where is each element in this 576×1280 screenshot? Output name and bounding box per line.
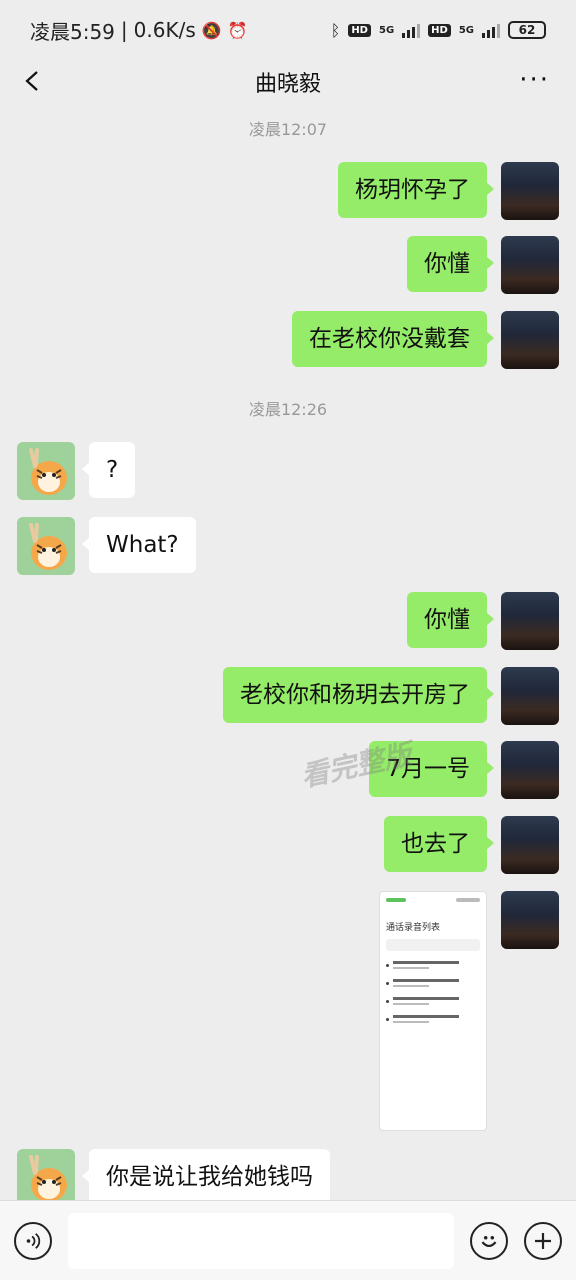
my-avatar[interactable] bbox=[501, 236, 559, 294]
my-avatar[interactable] bbox=[501, 592, 559, 650]
plus-icon[interactable] bbox=[524, 1221, 562, 1260]
message-bubble[interactable]: What? bbox=[82, 517, 196, 573]
screenshot-search bbox=[386, 939, 480, 951]
contact-avatar[interactable] bbox=[17, 1149, 75, 1200]
message[interactable]: 也去了 bbox=[384, 816, 559, 874]
my-avatar[interactable] bbox=[501, 816, 559, 874]
my-avatar[interactable] bbox=[501, 741, 559, 799]
image-message[interactable]: 通话录音列表 bbox=[379, 891, 559, 1131]
my-avatar[interactable] bbox=[501, 891, 559, 949]
alarm-icon: ⏰ bbox=[227, 20, 248, 40]
mute-icon: 🔕 bbox=[201, 20, 222, 40]
message[interactable]: ? bbox=[17, 442, 136, 500]
chat-title: 曲晓毅 bbox=[254, 72, 321, 97]
message-bubble[interactable]: 你是说让我给她钱吗 bbox=[82, 1149, 330, 1200]
message[interactable]: 老校你和杨玥去开房了 bbox=[223, 667, 559, 725]
contact-avatar[interactable] bbox=[17, 442, 75, 500]
status-speed: 0.6K/s bbox=[133, 18, 196, 42]
screenshot-thumbnail[interactable]: 通话录音列表 bbox=[379, 891, 487, 1131]
status-time: 凌晨5:59 bbox=[30, 19, 115, 44]
chat-area[interactable]: 凌晨12:07 杨玥怀孕了 你懂 在老校你没戴套 凌晨12:26 ? What?… bbox=[0, 104, 576, 1200]
hd-badge: HD bbox=[348, 23, 371, 37]
voice-icon[interactable] bbox=[14, 1221, 52, 1260]
message-input[interactable] bbox=[68, 1212, 454, 1269]
network-type: 5G bbox=[378, 24, 395, 36]
message[interactable]: 你懂 bbox=[407, 236, 559, 294]
tiger-icon bbox=[29, 523, 67, 570]
screenshot-title: 通话录音列表 bbox=[386, 923, 441, 933]
my-avatar[interactable] bbox=[501, 162, 559, 220]
status-bar: 凌晨5:59 | 0.6K/s 🔕 ⏰ ᛒ HD 5G HD 5G 62 bbox=[0, 0, 576, 60]
screenshot-row bbox=[386, 997, 480, 1005]
timestamp: 凌晨12:07 bbox=[248, 120, 328, 139]
my-avatar[interactable] bbox=[501, 667, 559, 725]
status-divider: | bbox=[120, 18, 128, 42]
message-bubble[interactable]: 在老校你没戴套 bbox=[292, 311, 494, 367]
emoji-icon[interactable] bbox=[470, 1221, 508, 1260]
input-bar bbox=[0, 1200, 576, 1280]
screenshot-row bbox=[386, 979, 480, 987]
network-type-2: 5G bbox=[458, 24, 474, 36]
tiger-icon bbox=[29, 448, 67, 495]
message[interactable]: 在老校你没戴套 bbox=[292, 311, 559, 369]
signal-icon-2 bbox=[482, 22, 500, 38]
message-bubble[interactable]: ? bbox=[81, 442, 136, 498]
timestamp: 凌晨12:26 bbox=[248, 400, 328, 419]
screenshot-row bbox=[386, 1015, 480, 1023]
message[interactable]: 你是说让我给她钱吗 bbox=[17, 1149, 330, 1200]
battery-icon: 62 bbox=[508, 21, 546, 39]
message[interactable]: What? bbox=[17, 517, 196, 575]
bluetooth-icon: ᛒ bbox=[330, 20, 341, 40]
tiger-icon bbox=[29, 1155, 67, 1200]
message[interactable]: 你懂 bbox=[407, 592, 559, 650]
hd-badge-2: HD bbox=[428, 23, 451, 37]
my-avatar[interactable] bbox=[501, 311, 559, 369]
message-bubble[interactable]: 老校你和杨玥去开房了 bbox=[223, 667, 494, 723]
message-bubble[interactable]: 也去了 bbox=[384, 816, 494, 872]
signal-icon bbox=[402, 22, 421, 38]
contact-avatar[interactable] bbox=[17, 517, 75, 575]
more-icon[interactable]: ··· bbox=[519, 67, 550, 93]
message[interactable]: 杨玥怀孕了 bbox=[338, 162, 559, 220]
message-bubble[interactable]: 杨玥怀孕了 bbox=[338, 162, 494, 218]
nav-bar: 曲晓毅 ··· bbox=[0, 60, 576, 104]
message-bubble[interactable]: 你懂 bbox=[407, 592, 494, 648]
back-icon[interactable] bbox=[22, 70, 44, 92]
message-bubble[interactable]: 你懂 bbox=[407, 236, 494, 292]
screenshot-row bbox=[386, 961, 480, 969]
